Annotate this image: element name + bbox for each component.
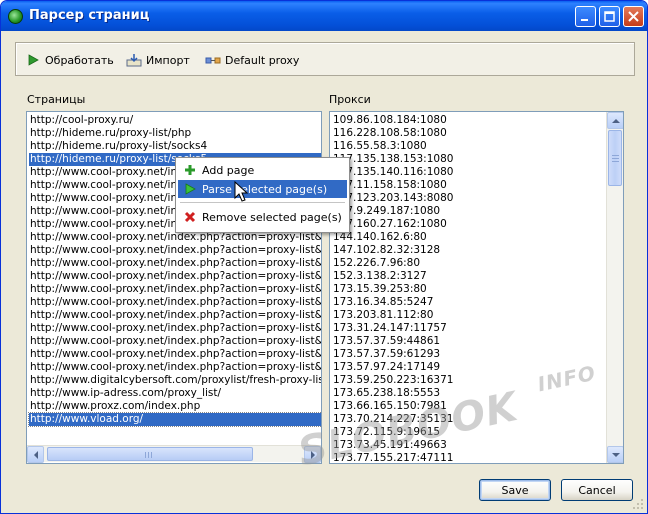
proxy-list-item[interactable]: 117.9.249.187:1080 — [332, 205, 453, 218]
delete-icon — [183, 210, 197, 224]
proxy-list-item[interactable]: 173.57.37.59:44861 — [332, 335, 453, 348]
arrow-left-icon — [33, 450, 38, 459]
toolbar: Обработать Импорт Default proxy — [15, 42, 635, 76]
page-list-item[interactable]: http://www.cool-proxy.net/index.php?acti… — [29, 244, 321, 257]
remove-selected-item[interactable]: Remove selected page(s) — [178, 208, 347, 226]
proxy-list-item[interactable]: 173.77.155.217:47111 — [332, 452, 453, 463]
process-button[interactable]: Обработать — [25, 51, 114, 69]
proxy-list-item[interactable]: 173.31.24.147:11757 — [332, 322, 453, 335]
close-icon — [628, 11, 639, 22]
parse-selected-label: Parse selected page(s) — [202, 182, 328, 196]
scroll-left-button[interactable] — [27, 446, 44, 463]
remove-selected-label: Remove selected page(s) — [202, 210, 342, 224]
proxy-list-item[interactable]: 173.15.39.253:80 — [332, 283, 453, 296]
proxy-list-item[interactable]: 152.3.138.2:3127 — [332, 270, 453, 283]
parse-selected-item[interactable]: Parse selected page(s) — [178, 180, 347, 198]
page-list-item[interactable]: http://www.cool-proxy.net/index.php?acti… — [29, 361, 321, 374]
cancel-button[interactable]: Cancel — [561, 479, 633, 501]
process-label: Обработать — [45, 53, 114, 67]
context-menu: Add page Parse selected page(s) Remove s… — [175, 157, 350, 233]
proxy-list-item[interactable]: 152.226.7.96:80 — [332, 257, 453, 270]
arrow-up-icon — [611, 118, 620, 123]
scroll-up-button[interactable] — [607, 112, 623, 129]
page-list-item[interactable]: http://www.vload.org/ — [27, 412, 321, 427]
minimize-icon — [581, 19, 588, 21]
proxies-label: Прокси — [329, 93, 371, 106]
proxy-list-item[interactable]: 173.57.37.59:61293 — [332, 348, 453, 361]
proxy-list-item[interactable]: 117.123.203.143:8080 — [332, 192, 453, 205]
proxy-list-item[interactable]: 173.57.97.24:17149 — [332, 361, 453, 374]
page-list-item[interactable]: http://www.proxz.com/index.php — [29, 400, 321, 413]
proxy-list-item[interactable]: 173.203.81.112:80 — [332, 309, 453, 322]
default-proxy-button[interactable]: Default proxy — [205, 51, 299, 69]
proxy-list-item[interactable]: 117.160.27.162:1080 — [332, 218, 453, 231]
page-list-item[interactable]: http://www.cool-proxy.net/index.php?acti… — [29, 335, 321, 348]
page-list-item[interactable]: http://www.cool-proxy.net/index.php?acti… — [29, 322, 321, 335]
proxy-list-item[interactable]: 116.55.58.3:1080 — [332, 140, 453, 153]
page-list-item[interactable]: http://www.cool-proxy.net/index.php?acti… — [29, 348, 321, 361]
add-page-label: Add page — [202, 163, 255, 177]
title-bar[interactable]: Парсер страниц — [1, 1, 647, 31]
app-icon — [8, 9, 23, 24]
menu-separator — [180, 202, 345, 203]
network-icon — [205, 52, 221, 68]
default-proxy-label: Default proxy — [225, 53, 300, 67]
arrow-right-icon — [310, 450, 315, 459]
page-list-item[interactable]: http://www.digitalcybersoft.com/proxylis… — [29, 374, 321, 387]
proxy-list-item[interactable]: 173.70.214.227:35131 — [332, 413, 453, 426]
page-list-item[interactable]: http://cool-proxy.ru/ — [29, 114, 321, 127]
save-button[interactable]: Save — [479, 479, 551, 501]
page-list-item[interactable]: http://www.ip-adress.com/proxy_list/ — [29, 387, 321, 400]
proxy-list-item[interactable]: 147.102.82.32:3128 — [332, 244, 453, 257]
proxy-list-item[interactable]: 173.65.238.18:5553 — [332, 387, 453, 400]
proxy-list-item[interactable]: 173.73.45.191:49663 — [332, 439, 453, 452]
parser-window: Парсер страниц Обработать Импорт Default… — [0, 0, 648, 514]
add-page-item[interactable]: Add page — [178, 161, 347, 179]
page-list-item[interactable]: http://www.cool-proxy.net/index.php?acti… — [29, 257, 321, 270]
proxy-list-item[interactable]: 173.66.165.150:7981 — [332, 400, 453, 413]
page-list-item[interactable]: http://www.cool-proxy.net/index.php?acti… — [29, 296, 321, 309]
proxy-list-item[interactable]: 117.11.158.158:1080 — [332, 179, 453, 192]
play-icon — [183, 182, 197, 196]
resize-grip-icon[interactable] — [631, 497, 645, 511]
proxy-list-item[interactable]: 117.135.140.116:1080 — [332, 166, 453, 179]
page-list-item[interactable]: http://www.cool-proxy.net/index.php?acti… — [29, 283, 321, 296]
arrow-down-icon — [611, 452, 620, 457]
mouse-pointer-icon — [234, 181, 249, 202]
add-icon — [183, 163, 197, 177]
proxies-vscrollbar[interactable] — [606, 112, 623, 463]
import-label: Импорт — [146, 53, 190, 67]
proxy-list-item[interactable]: 109.86.108.184:1080 — [332, 114, 453, 127]
close-button[interactable] — [623, 6, 644, 27]
proxies-list[interactable]: 109.86.108.184:1080 116.228.108.58:1080 11… — [329, 111, 624, 464]
proxy-list-item[interactable]: 173.16.34.85:5247 — [332, 296, 453, 309]
maximize-button[interactable] — [599, 6, 620, 27]
maximize-icon — [604, 11, 615, 22]
proxy-list-item[interactable]: 173.72.115.9:19615 — [332, 426, 453, 439]
proxy-list-item[interactable]: 116.228.108.58:1080 — [332, 127, 453, 140]
page-list-item[interactable]: http://www.cool-proxy.net/index.php?acti… — [29, 309, 321, 322]
scroll-right-button[interactable] — [304, 446, 321, 463]
scroll-down-button[interactable] — [607, 446, 623, 463]
pages-label: Страницы — [27, 93, 86, 106]
proxy-list-item[interactable]: 144.140.162.6:80 — [332, 231, 453, 244]
import-button[interactable]: Импорт — [126, 51, 190, 69]
proxies-list-items: 109.86.108.184:1080 116.228.108.58:1080 11… — [332, 114, 453, 463]
window-title: Парсер страниц — [29, 8, 150, 23]
play-icon — [25, 52, 41, 68]
page-list-item[interactable]: http://www.cool-proxy.net/index.php?acti… — [29, 270, 321, 283]
page-list-item[interactable]: http://hideme.ru/proxy-list/php — [29, 127, 321, 140]
proxies-vscroll-thumb[interactable] — [608, 130, 622, 186]
proxy-list-item[interactable]: 117.135.138.153:1080 — [332, 153, 453, 166]
pages-hscroll-thumb[interactable] — [47, 447, 253, 461]
minimize-button[interactable] — [575, 6, 596, 27]
pages-hscrollbar[interactable] — [27, 445, 321, 463]
proxy-list-item[interactable]: 173.59.250.223:16371 — [332, 374, 453, 387]
page-list-item[interactable]: http://hideme.ru/proxy-list/socks4 — [29, 140, 321, 153]
import-icon — [126, 52, 142, 68]
